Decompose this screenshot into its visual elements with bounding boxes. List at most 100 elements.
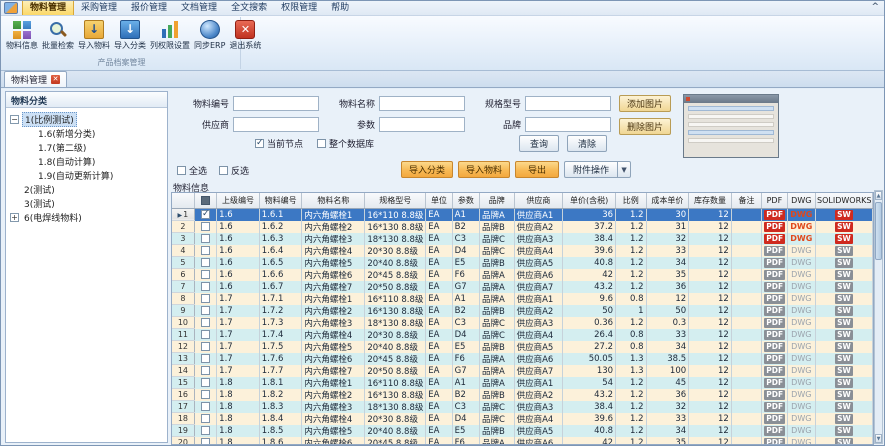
row-checkbox[interactable]: [201, 426, 210, 435]
table-row[interactable]: 181.81.8.4内六角螺栓420*30 8.8级EAD4品牌C供应商A439…: [172, 413, 873, 425]
column-header-14[interactable]: 库存数量: [689, 193, 732, 208]
pdf-badge[interactable]: PDF: [764, 438, 785, 446]
column-header-9[interactable]: 品牌: [480, 193, 515, 208]
dwg-badge[interactable]: DWG: [791, 306, 811, 315]
row-checkbox[interactable]: [201, 354, 210, 363]
table-row[interactable]: 91.71.7.2内六角螺栓216*130 8.8级EAB2品牌B供应商A250…: [172, 305, 873, 317]
solidworks-badge[interactable]: SW: [835, 246, 853, 256]
select-all-checkbox[interactable]: [201, 196, 210, 205]
row-checkbox[interactable]: [201, 282, 210, 291]
import-material-button[interactable]: 导入物料: [458, 161, 510, 178]
table-row[interactable]: 171.81.8.3内六角螺栓318*130 8.8级EAC3品牌C供应商A33…: [172, 401, 873, 413]
solidworks-badge[interactable]: SW: [835, 282, 853, 292]
dwg-badge[interactable]: DWG: [791, 258, 811, 267]
scope-option-2[interactable]: 整个数据库: [317, 137, 374, 150]
column-header-8[interactable]: 参数: [452, 193, 479, 208]
dwg-badge[interactable]: DWG: [791, 366, 811, 375]
table-row[interactable]: 101.71.7.3内六角螺栓318*130 8.8级EAC3品牌C供应商A30…: [172, 317, 873, 329]
table-row[interactable]: 41.61.6.4内六角螺栓420*30 8.8级EAD4品牌C供应商A439.…: [172, 245, 873, 257]
row-checkbox[interactable]: [201, 438, 210, 446]
pdf-badge[interactable]: PDF: [764, 354, 785, 364]
column-header-7[interactable]: 单位: [426, 193, 452, 208]
row-checkbox[interactable]: [201, 222, 210, 231]
dwg-badge[interactable]: DWG: [791, 402, 811, 411]
table-row[interactable]: 161.81.8.2内六角螺栓216*130 8.8级EAB2品牌B供应商A24…: [172, 389, 873, 401]
row-checkbox[interactable]: [201, 402, 210, 411]
dwg-badge[interactable]: DWG: [791, 294, 811, 303]
dwg-badge[interactable]: DWG: [791, 270, 811, 279]
ribbon-button-7[interactable]: 退出系统: [227, 18, 263, 58]
dwg-badge[interactable]: DWG: [791, 318, 811, 327]
pdf-badge[interactable]: PDF: [764, 246, 785, 256]
search-field-5[interactable]: [379, 117, 465, 132]
dwg-badge[interactable]: DWG: [791, 354, 811, 363]
tree-node-7[interactable]: 3(测试): [8, 196, 165, 210]
row-checkbox[interactable]: [201, 294, 210, 303]
search-field-1[interactable]: [233, 96, 319, 111]
tree-node-8[interactable]: +6(电焊线物料): [8, 210, 165, 224]
table-row[interactable]: 71.61.6.7内六角螺栓720*50 8.8级EAG7品牌A供应商A743.…: [172, 281, 873, 293]
table-row[interactable]: 151.81.8.1内六角螺栓116*110 8.8级EAA1品牌A供应商A15…: [172, 377, 873, 389]
solidworks-badge[interactable]: SW: [835, 342, 853, 352]
app-icon[interactable]: [4, 2, 18, 14]
export-button[interactable]: 导出: [515, 161, 559, 178]
pdf-badge[interactable]: PDF: [764, 258, 785, 268]
row-checkbox[interactable]: [201, 330, 210, 339]
solidworks-badge[interactable]: SW: [835, 414, 853, 424]
collapse-node-icon[interactable]: −: [10, 115, 19, 124]
row-checkbox[interactable]: [201, 210, 210, 219]
column-header-6[interactable]: 规格型号: [365, 193, 426, 208]
scroll-thumb[interactable]: [875, 202, 882, 260]
ribbon-tab-3[interactable]: 报价管理: [124, 0, 174, 15]
solidworks-badge[interactable]: SW: [835, 258, 853, 268]
row-checkbox[interactable]: [201, 234, 210, 243]
ribbon-button-6[interactable]: 同步ERP: [192, 18, 227, 58]
column-header-18[interactable]: SOLIDWORKS: [816, 193, 873, 208]
pdf-badge[interactable]: PDF: [764, 270, 785, 280]
pdf-badge[interactable]: PDF: [764, 414, 785, 424]
pdf-badge[interactable]: PDF: [764, 402, 785, 412]
scroll-up-icon[interactable]: ▲: [875, 191, 882, 200]
select-all-option[interactable]: 全选: [177, 164, 207, 177]
table-row[interactable]: 61.61.6.6内六角螺栓620*45 8.8级EAF6品牌A供应商A6421…: [172, 269, 873, 281]
pdf-badge[interactable]: PDF: [764, 342, 785, 352]
pdf-badge[interactable]: PDF: [764, 282, 785, 292]
tree-node-3[interactable]: 1.7(第二级): [8, 140, 165, 154]
column-header-15[interactable]: 备注: [731, 193, 761, 208]
column-header-11[interactable]: 单价(含税): [563, 193, 616, 208]
pdf-badge[interactable]: PDF: [764, 366, 785, 376]
pdf-badge[interactable]: PDF: [764, 378, 785, 388]
query-button[interactable]: 查询: [519, 135, 559, 152]
column-header-17[interactable]: DWG: [787, 193, 815, 208]
tree-node-1[interactable]: −1(比例测试): [8, 112, 165, 126]
search-field-6[interactable]: [525, 117, 611, 132]
expand-node-icon[interactable]: +: [10, 213, 19, 222]
row-checkbox[interactable]: [201, 414, 210, 423]
pdf-badge[interactable]: PDF: [764, 426, 785, 436]
scope-option-1[interactable]: 当前节点: [255, 137, 303, 150]
dwg-badge[interactable]: DWG: [791, 378, 811, 387]
ribbon-button-3[interactable]: 导入物料: [76, 18, 112, 58]
ribbon-button-4[interactable]: 导入分类: [112, 18, 148, 58]
column-header-12[interactable]: 比例: [616, 193, 646, 208]
chevron-down-icon[interactable]: ▼: [617, 162, 630, 177]
ribbon-tab-7[interactable]: 帮助: [324, 0, 356, 15]
row-checkbox[interactable]: [201, 306, 210, 315]
ribbon-tab-5[interactable]: 全文搜索: [224, 0, 274, 15]
dwg-badge[interactable]: DWG: [791, 330, 811, 339]
table-row[interactable]: 31.61.6.3内六角螺栓318*130 8.8级EAC3品牌C供应商A338…: [172, 233, 873, 245]
dwg-badge[interactable]: DWG: [791, 282, 811, 291]
attachment-operations-button[interactable]: 附件操作 ▼: [564, 161, 631, 178]
dwg-badge[interactable]: DWG: [791, 438, 811, 446]
solidworks-badge[interactable]: SW: [835, 318, 853, 328]
delete-image-button[interactable]: 删除图片: [619, 118, 671, 135]
dwg-badge[interactable]: DWG: [791, 246, 811, 255]
dwg-badge[interactable]: DWG: [791, 342, 811, 351]
table-row[interactable]: 201.81.8.6内六角螺栓620*45 8.8级EAF6品牌A供应商A642…: [172, 437, 873, 446]
column-header-3[interactable]: 上级编号: [217, 193, 260, 208]
dwg-badge[interactable]: DWG: [791, 426, 811, 435]
dwg-badge[interactable]: DWG: [790, 210, 812, 219]
row-checkbox[interactable]: [201, 318, 210, 327]
ribbon-button-2[interactable]: 批量检索: [40, 18, 76, 58]
column-header-5[interactable]: 物料名称: [302, 193, 365, 208]
